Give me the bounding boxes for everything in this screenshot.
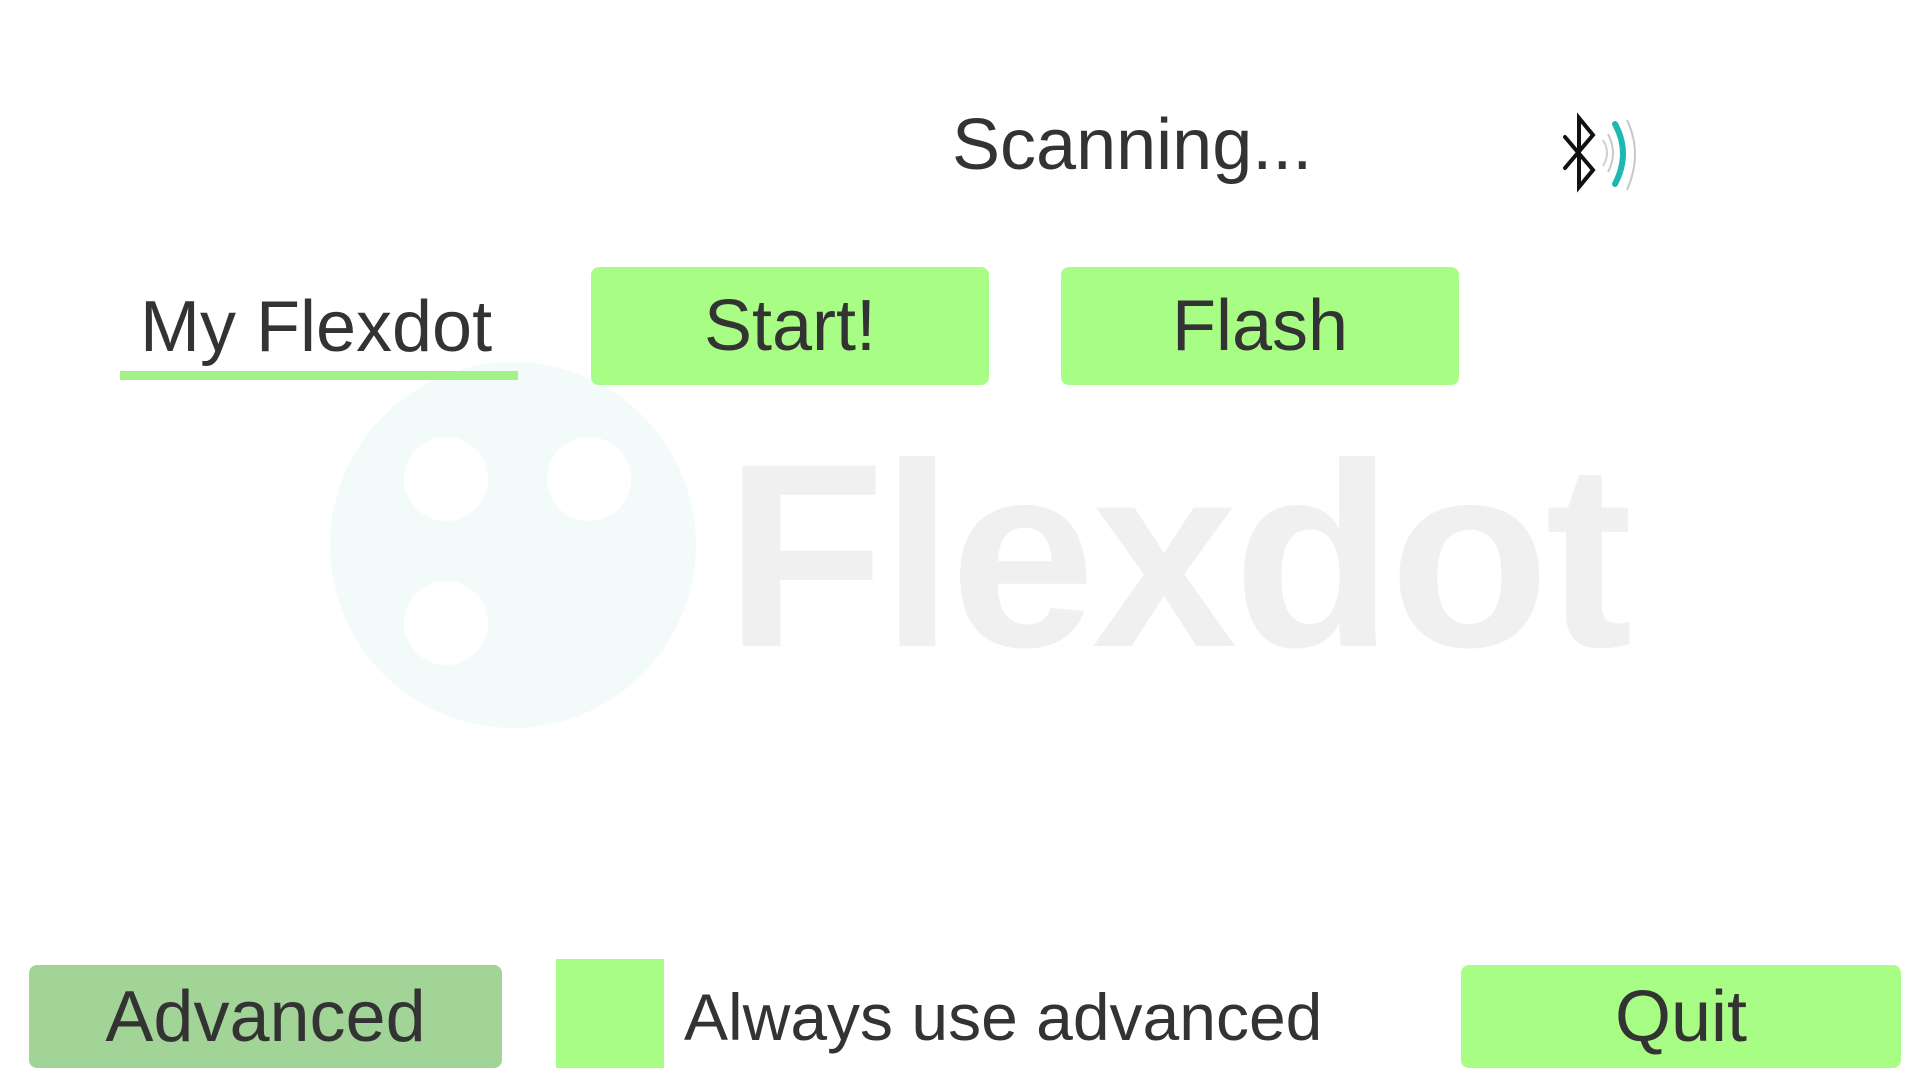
watermark-dot	[404, 581, 488, 665]
watermark-dot	[547, 437, 631, 521]
watermark-logo-text: Flexdot	[725, 409, 1633, 702]
advanced-button[interactable]: Advanced	[29, 965, 502, 1068]
flash-button[interactable]: Flash	[1061, 267, 1459, 385]
device-name-input[interactable]: My Flexdot	[120, 270, 518, 380]
scan-status-text: Scanning...	[952, 105, 1313, 185]
app-window: Flexdot Scanning... My Flexdot Start! Fl…	[0, 0, 1920, 1080]
bluetooth-scanning-icon	[1555, 112, 1655, 202]
start-button[interactable]: Start!	[591, 267, 989, 385]
watermark-dot	[404, 437, 488, 521]
always-use-advanced-checkbox[interactable]	[556, 959, 664, 1068]
always-use-advanced-label: Always use advanced	[684, 980, 1323, 1054]
watermark-logo-icon	[330, 362, 696, 728]
quit-button[interactable]: Quit	[1461, 965, 1901, 1068]
device-name-value: My Flexdot	[140, 287, 493, 367]
